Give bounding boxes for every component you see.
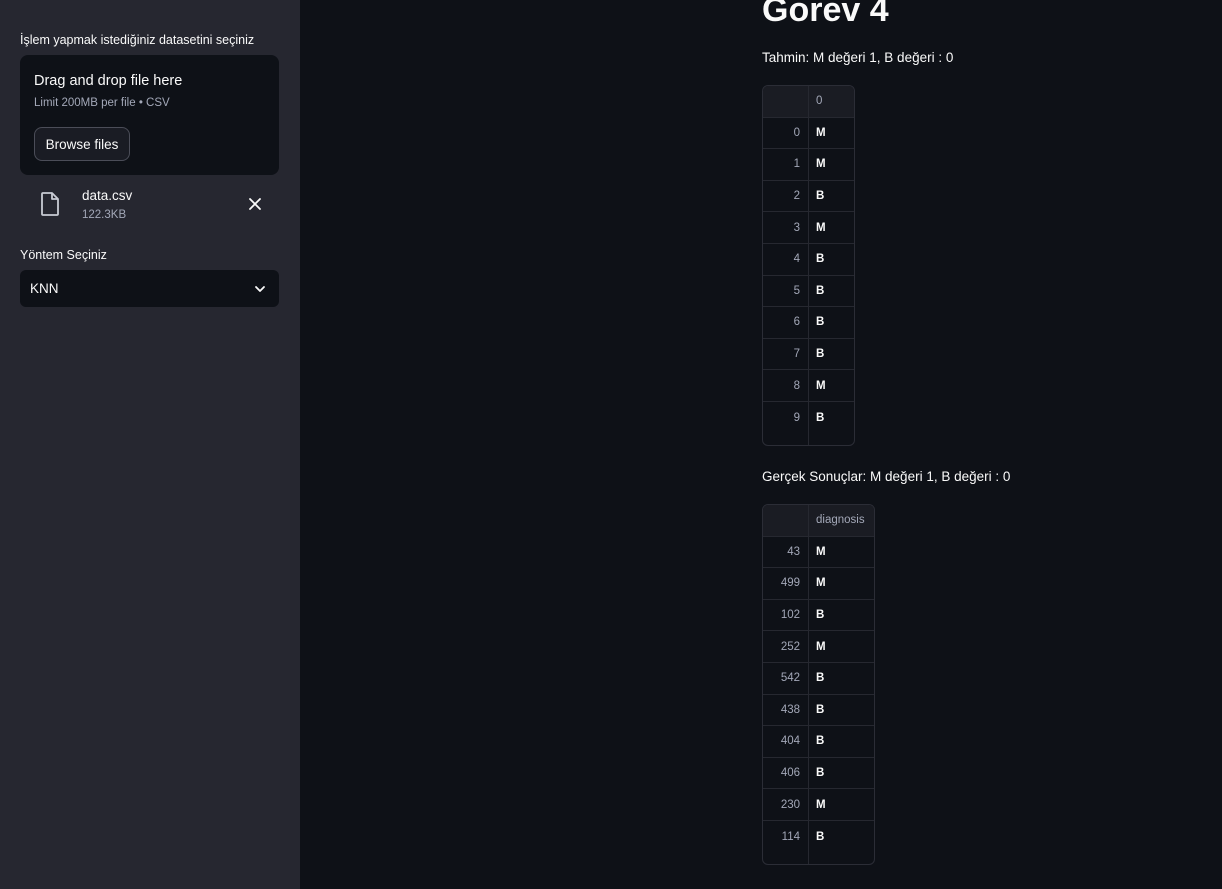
dropzone-limit: Limit 200MB per file • CSV [34,97,170,109]
row-index: 43 [763,536,809,568]
table-cell[interactable]: B [809,402,854,434]
row-index: 542 [763,662,809,694]
browse-files-button[interactable]: Browse files [34,127,130,161]
table-cell[interactable]: B [809,600,874,631]
index-header [763,86,809,117]
index-header [763,505,809,536]
table-row[interactable]: 542 B [763,662,874,695]
table-row[interactable]: 404 B [763,726,874,758]
table-scroll-stub [763,433,854,445]
table-cell[interactable]: M [809,789,874,820]
table-cell[interactable]: B [809,244,854,275]
table-row[interactable]: 438 B [763,694,874,727]
file-icon [41,192,59,216]
table-row[interactable]: 5B [763,275,854,308]
table-row[interactable]: 43 M [763,536,874,569]
uploaded-file: data.csv 122.3KB [20,182,279,228]
row-index: 499 [763,568,809,599]
table-row[interactable]: 1M [763,149,854,181]
table-cell[interactable]: B [809,726,874,757]
row-index: 4 [763,243,809,275]
table-row[interactable]: 252 M [763,631,874,663]
page-title: Gorev 4 [762,0,889,29]
table-scroll-stub [763,852,874,864]
table-cell[interactable]: B [809,663,874,694]
file-size: 122.3KB [82,209,127,221]
row-index: 8 [763,370,809,401]
method-label: Yöntem Seçiniz [20,248,107,262]
row-index: 2 [763,180,809,212]
prediction-caption: Tahmin: M değeri 1, B değeri : 0 [762,50,954,65]
table-cell[interactable]: B [809,307,854,338]
table-header-row: diagnosis [763,505,874,537]
row-index: 1 [763,149,809,180]
row-index: 438 [763,694,809,726]
row-index: 230 [763,789,809,820]
table-cell[interactable]: M [809,212,854,243]
row-index: 7 [763,338,809,370]
table-row[interactable]: 9B [763,401,854,434]
table-cell[interactable]: B [809,821,874,853]
table-cell[interactable]: M [809,370,854,401]
table-row[interactable]: 230 M [763,789,874,821]
row-index: 6 [763,307,809,338]
row-index: 102 [763,599,809,631]
table-row[interactable]: 2B [763,180,854,213]
actual-dataframe[interactable]: diagnosis 43 M 499 M 102 B 252 M 542 B 438 B 404 B 406… [762,504,875,865]
table-cell[interactable]: M [809,118,854,149]
row-index: 252 [763,631,809,662]
table-cell[interactable]: B [809,758,874,789]
table-cell[interactable]: M [809,537,874,568]
table-row[interactable]: 406 B [763,757,874,790]
column-header[interactable]: 0 [809,86,854,117]
table-row[interactable]: 499 M [763,568,874,600]
row-index: 114 [763,820,809,853]
table-cell[interactable]: B [809,276,854,307]
table-row[interactable]: 7B [763,338,854,371]
prediction-dataframe[interactable]: 0 0M1M2B3M4B5B6B7B8M9B [762,85,855,446]
row-index: 0 [763,117,809,149]
table-row[interactable]: 6B [763,307,854,339]
file-name: data.csv [82,188,133,203]
method-select-value: KNN [30,281,59,296]
table-row[interactable]: 8M [763,370,854,402]
sidebar: İşlem yapmak istediğiniz datasetini seçi… [0,0,300,889]
chevron-down-icon [255,286,265,292]
table-cell[interactable]: M [809,568,874,599]
row-index: 3 [763,212,809,243]
table-cell[interactable]: B [809,181,854,212]
table-row[interactable]: 4B [763,243,854,276]
table-cell[interactable]: M [809,149,854,180]
file-dropzone[interactable]: Drag and drop file here Limit 200MB per … [20,55,279,175]
row-index: 404 [763,726,809,757]
table-cell[interactable]: B [809,339,854,370]
close-icon[interactable] [246,195,264,213]
column-header[interactable]: diagnosis [809,505,874,536]
table-row[interactable]: 102 B [763,599,874,632]
actual-caption: Gerçek Sonuçlar: M değeri 1, B değeri : … [762,469,1011,484]
row-index: 5 [763,275,809,307]
table-cell[interactable]: M [809,631,874,662]
upload-label: İşlem yapmak istediğiniz datasetini seçi… [20,33,255,47]
row-index: 9 [763,401,809,434]
dropzone-title: Drag and drop file here [34,73,183,89]
row-index: 406 [763,757,809,789]
table-header-row: 0 [763,86,854,118]
table-row[interactable]: 3M [763,212,854,244]
method-select[interactable]: KNN [20,270,279,307]
table-cell[interactable]: B [809,695,874,726]
table-row[interactable]: 0M [763,117,854,150]
table-row[interactable]: 114 B [763,820,874,853]
